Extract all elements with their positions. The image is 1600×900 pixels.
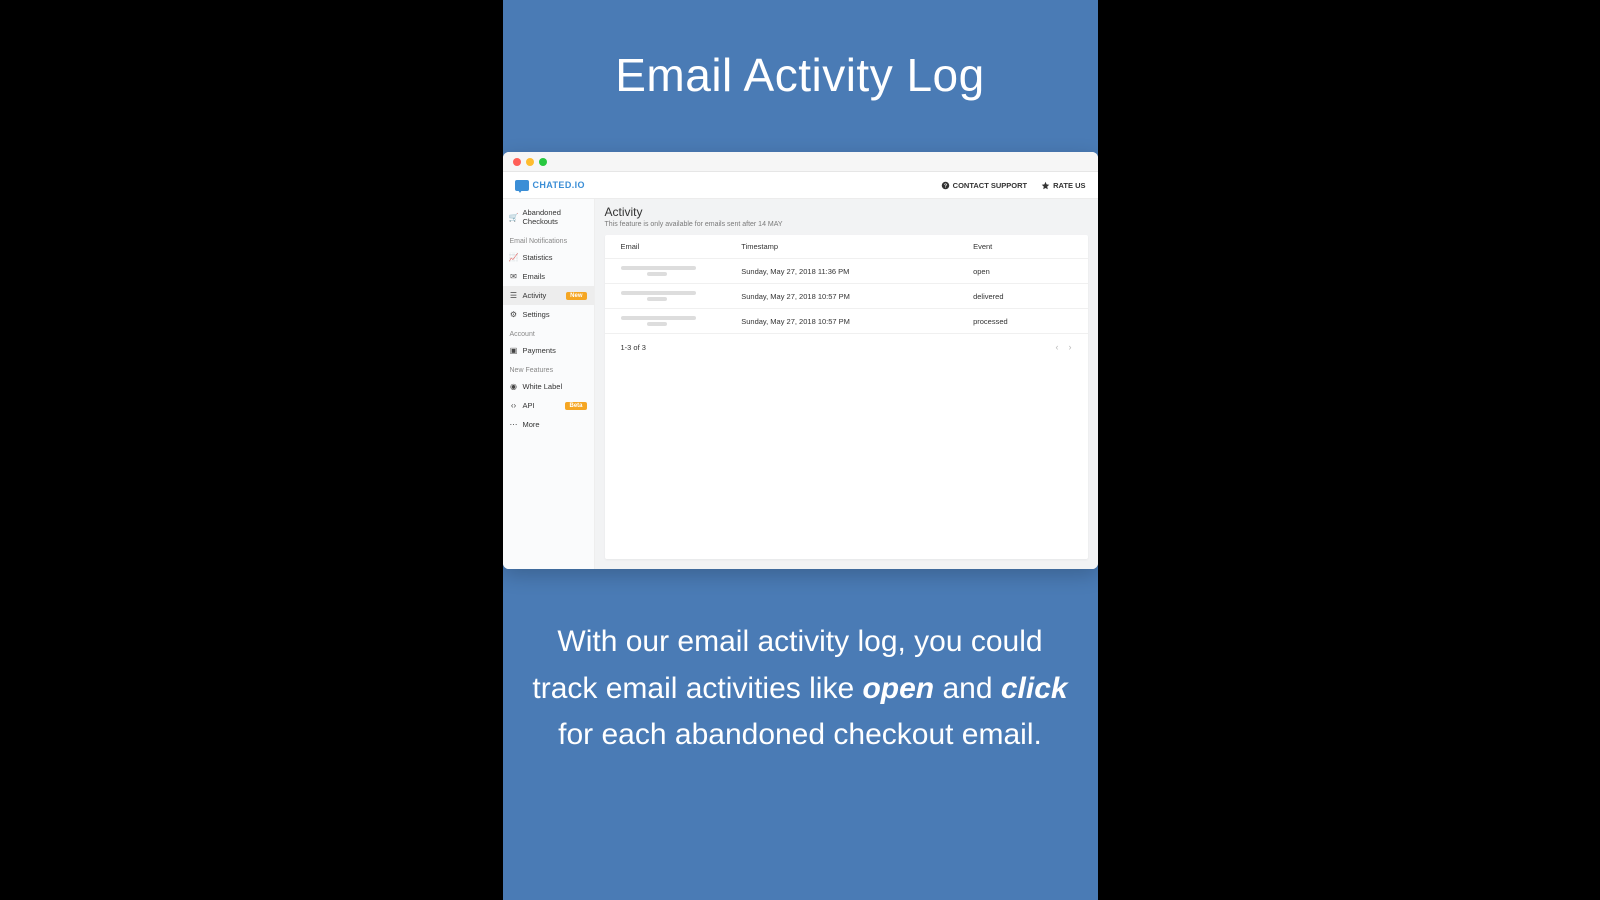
globe-icon: ◉: [510, 382, 518, 391]
app-window: CHATED.IO ? CONTACT SUPPORT RATE US 🛒 Ab…: [503, 152, 1098, 569]
page-title: Activity: [605, 205, 1088, 219]
envelope-icon: ✉: [510, 272, 518, 281]
main-content: Activity This feature is only available …: [595, 199, 1098, 569]
maximize-icon[interactable]: [539, 158, 547, 166]
table-row[interactable]: Sunday, May 27, 2018 10:57 PM delivered: [605, 284, 1088, 309]
col-timestamp: Timestamp: [725, 235, 957, 259]
sidebar-item-api[interactable]: ‹› API Beta: [503, 396, 594, 415]
col-email: Email: [605, 235, 726, 259]
sidebar-item-payments[interactable]: ▣ Payments: [503, 341, 594, 360]
sidebar-item-more[interactable]: ⋯ More: [503, 415, 594, 434]
star-icon: [1041, 181, 1050, 190]
promo-title: Email Activity Log: [615, 48, 984, 102]
brand-name: CHATED.IO: [533, 180, 585, 190]
brand-logo[interactable]: CHATED.IO: [515, 180, 585, 191]
table-row[interactable]: Sunday, May 27, 2018 10:57 PM processed: [605, 309, 1088, 334]
sidebar: 🛒 Abandoned Checkouts Email Notification…: [503, 199, 595, 569]
promo-description: With our email activity log, you could t…: [503, 619, 1098, 759]
next-page-button[interactable]: ›: [1069, 342, 1072, 352]
sidebar-section-notifications: Email Notifications: [503, 231, 594, 248]
window-titlebar: [503, 152, 1098, 172]
redacted-email: [621, 291, 696, 295]
sidebar-item-abandoned-checkouts[interactable]: 🛒 Abandoned Checkouts: [503, 203, 594, 231]
code-icon: ‹›: [510, 401, 518, 410]
redacted-email: [621, 316, 696, 320]
cell-event: delivered: [957, 284, 1087, 309]
cell-timestamp: Sunday, May 27, 2018 10:57 PM: [725, 309, 957, 334]
activity-table: Email Timestamp Event Sunday, May 27, 20…: [605, 235, 1088, 334]
app-header: CHATED.IO ? CONTACT SUPPORT RATE US: [503, 172, 1098, 199]
contact-support-link[interactable]: ? CONTACT SUPPORT: [941, 181, 1027, 190]
close-icon[interactable]: [513, 158, 521, 166]
sidebar-section-account: Account: [503, 324, 594, 341]
minimize-icon[interactable]: [526, 158, 534, 166]
sidebar-section-new-features: New Features: [503, 360, 594, 377]
cart-icon: 🛒: [510, 213, 518, 222]
card-icon: ▣: [510, 346, 518, 355]
gear-icon: ⚙: [510, 310, 518, 319]
help-icon: ?: [941, 181, 950, 190]
chat-bubble-icon: [515, 180, 529, 191]
col-event: Event: [957, 235, 1087, 259]
sidebar-item-emails[interactable]: ✉ Emails: [503, 267, 594, 286]
svg-text:?: ?: [944, 183, 947, 189]
sidebar-item-activity[interactable]: ☰ Activity New: [503, 286, 594, 305]
beta-badge: Beta: [565, 402, 586, 410]
cell-timestamp: Sunday, May 27, 2018 11:36 PM: [725, 259, 957, 284]
sidebar-item-settings[interactable]: ⚙ Settings: [503, 305, 594, 324]
pagination: 1-3 of 3 ‹ ›: [605, 334, 1088, 360]
chart-icon: 📈: [510, 253, 518, 262]
cell-event: processed: [957, 309, 1087, 334]
new-badge: New: [566, 292, 586, 300]
table-row[interactable]: Sunday, May 27, 2018 11:36 PM open: [605, 259, 1088, 284]
list-icon: ☰: [510, 291, 518, 300]
cell-event: open: [957, 259, 1087, 284]
redacted-email: [621, 266, 696, 270]
promo-card: Email Activity Log CHATED.IO ? CONTACT S…: [503, 0, 1098, 900]
sidebar-item-statistics[interactable]: 📈 Statistics: [503, 248, 594, 267]
cell-timestamp: Sunday, May 27, 2018 10:57 PM: [725, 284, 957, 309]
page-subtitle: This feature is only available for email…: [605, 221, 1088, 228]
prev-page-button[interactable]: ‹: [1056, 342, 1059, 352]
page-count: 1-3 of 3: [621, 343, 646, 352]
more-icon: ⋯: [510, 420, 518, 429]
activity-table-panel: Email Timestamp Event Sunday, May 27, 20…: [605, 235, 1088, 559]
rate-us-link[interactable]: RATE US: [1041, 181, 1085, 190]
sidebar-item-white-label[interactable]: ◉ White Label: [503, 377, 594, 396]
